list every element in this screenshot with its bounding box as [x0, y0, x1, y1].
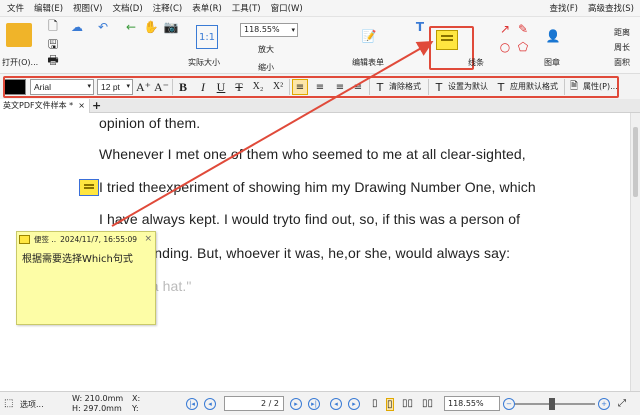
note-annotation-icon[interactable]	[79, 179, 99, 196]
page-number-input[interactable]: 2 / 2	[224, 396, 284, 411]
zoom-slider[interactable]	[515, 398, 595, 410]
doc-line: I have always kept. I would tryto find o…	[99, 211, 521, 227]
menu-form[interactable]: 表单(R)	[189, 2, 229, 14]
open-button[interactable]: 打开(O)...	[2, 57, 38, 68]
note-date: 2024/11/7, 16:55:09	[60, 234, 138, 244]
close-icon[interactable]: ×	[144, 234, 155, 244]
note-tool-icon[interactable]	[436, 30, 458, 50]
first-page-button[interactable]: |◂	[186, 398, 198, 410]
back-icon[interactable]: ←	[124, 20, 138, 34]
cursor-y: Y:	[132, 404, 139, 413]
tab-document[interactable]: 英文PDF文件样本 * ×	[0, 99, 90, 113]
open-folder-icon[interactable]	[6, 23, 32, 47]
note-text[interactable]: 根据需要选择Which句式	[17, 246, 155, 269]
advanced-find-button[interactable]: 高级查找(S)	[588, 2, 634, 14]
actual-size-icon[interactable]: 1:1	[196, 25, 218, 49]
continuous-facing-icon[interactable]: ▯▯	[422, 398, 433, 409]
polygon-icon[interactable]: ⬠	[516, 40, 530, 54]
doc-line: understanding. But, whoever it was, he,o…	[99, 245, 511, 261]
typewriter-icon[interactable]: T	[414, 20, 426, 34]
note-author: 便签 ..	[34, 234, 57, 244]
status-bar: ⬚ 选项... W: 210.0mm H: 297.0mm X: Y: |◂ ◂…	[0, 391, 640, 415]
menu-document[interactable]: 文档(D)	[109, 2, 149, 14]
new-doc-icon[interactable]: 🗋	[46, 19, 60, 33]
close-icon[interactable]: ×	[78, 99, 85, 113]
format-toolbar-highlight	[3, 76, 619, 98]
menu-view[interactable]: 视图(V)	[70, 2, 109, 14]
circle-icon[interactable]: ○	[498, 40, 512, 54]
ribbon-toolbar: 打开(O)... 🗋 🖫 🖶 ☁ ↶ ← ✋ 📷 1:1 实际大小 118.55…	[0, 17, 640, 73]
menu-bar: 文件 编辑(E) 视图(V) 文档(D) 注释(C) 表单(R) 工具(T) 窗…	[0, 0, 640, 17]
select-options[interactable]: 选项...	[20, 399, 44, 410]
lines-button[interactable]: 线条	[468, 57, 484, 68]
prev-page-button[interactable]: ◂	[204, 398, 216, 410]
menu-edit[interactable]: 编辑(E)	[31, 2, 70, 14]
stamp-button[interactable]: 图章	[544, 57, 560, 68]
save-icon[interactable]: 🖫	[46, 37, 60, 51]
find-button[interactable]: 查找(F)	[549, 2, 578, 14]
note-icon	[19, 234, 30, 244]
zoom-slider-knob[interactable]	[549, 398, 555, 410]
doc-line: opinion of them.	[99, 115, 201, 131]
stamp-icon[interactable]: 👤	[542, 23, 564, 49]
zoom-in-icon[interactable]: +	[598, 398, 610, 410]
hand-icon[interactable]: ✋	[144, 20, 159, 34]
menu-window[interactable]: 窗口(W)	[268, 2, 310, 14]
doc-line: I tried theexperiment of showing him my …	[99, 179, 536, 195]
actual-size-button[interactable]: 实际大小	[188, 57, 220, 68]
area-button[interactable]: 面积	[614, 57, 630, 68]
undo-icon[interactable]: ↶	[96, 20, 110, 34]
note-popup[interactable]: 便签 .. 2024/11/7, 16:55:09 × 根据需要选择Which句…	[16, 231, 156, 325]
doc-line: Whenever I met one of them who seemed to…	[99, 146, 526, 162]
edit-form-button[interactable]: 编辑表单	[352, 57, 384, 68]
add-tab-button[interactable]: +	[92, 99, 102, 113]
format-toolbar: Arial ▾ 12 pt ▾ A⁺ A⁻ B I U T X₂ X² ≡ ≡ ≡ …	[0, 73, 640, 99]
menu-tools[interactable]: 工具(T)	[229, 2, 268, 14]
select-tool-icon[interactable]: ⬚	[4, 398, 13, 409]
scrollbar-thumb[interactable]	[633, 127, 638, 197]
cursor-x: X:	[132, 394, 141, 403]
print-icon[interactable]: 🖶	[46, 53, 60, 67]
facing-page-icon[interactable]: ▯▯	[402, 398, 413, 409]
note-popup-header: 便签 .. 2024/11/7, 16:55:09 ×	[17, 232, 155, 246]
chevron-down-icon: ▾	[291, 26, 295, 34]
menu-file[interactable]: 文件	[4, 2, 31, 14]
fullscreen-icon[interactable]: ⤢	[618, 398, 626, 409]
pencil-icon[interactable]: ✎	[516, 22, 530, 36]
perimeter-button[interactable]: 周长	[614, 42, 630, 53]
edit-form-icon[interactable]: 📝	[355, 23, 383, 49]
back-button[interactable]: ◂	[330, 398, 342, 410]
zoom-combo[interactable]: 118.55% ▾	[240, 23, 298, 37]
page-width: W: 210.0mm	[72, 394, 124, 403]
document-tab-bar: 英文PDF文件样本 * × +	[0, 99, 640, 113]
page-height: H: 297.0mm	[72, 404, 122, 413]
menu-comment[interactable]: 注释(C)	[150, 2, 190, 14]
next-page-button[interactable]: ▸	[290, 398, 302, 410]
single-page-icon[interactable]: ▯	[372, 398, 378, 409]
status-zoom-combo[interactable]: 118.55%	[444, 396, 500, 411]
arrow-line-icon[interactable]: ↗	[498, 22, 512, 36]
zoom-out-button[interactable]: 缩小	[258, 62, 274, 73]
camera-icon[interactable]: 📷	[164, 20, 179, 34]
forward-button[interactable]: ▸	[348, 398, 360, 410]
vertical-scrollbar[interactable]	[630, 113, 640, 391]
zoom-out-icon[interactable]: −	[503, 398, 515, 410]
last-page-button[interactable]: ▸|	[308, 398, 320, 410]
continuous-page-icon[interactable]: ▯	[386, 398, 394, 411]
cloud-icon[interactable]: ☁	[70, 20, 84, 34]
zoom-in-button[interactable]: 放大	[258, 44, 274, 55]
distance-button[interactable]: 距离	[614, 27, 630, 38]
